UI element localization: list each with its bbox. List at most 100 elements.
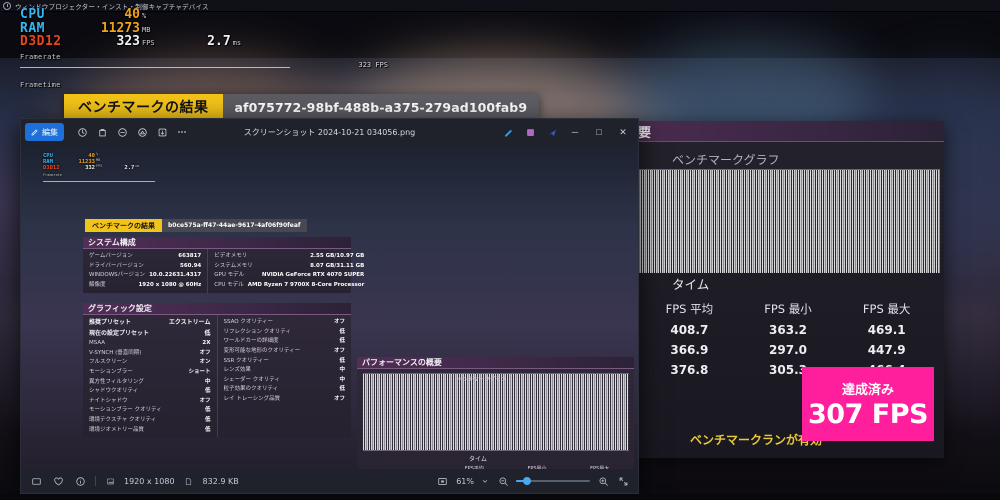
config-row: WINDOWSバージョン 10.0.22631.4317: [89, 271, 201, 281]
setting-key: モーションブラー: [89, 368, 133, 375]
setting-key: MSAA: [89, 340, 106, 346]
actual-size-icon[interactable]: [434, 474, 450, 488]
setting-key: ワールドカーの詳細度: [223, 338, 279, 345]
setting-row: MSAA 2X: [89, 339, 211, 349]
config-key: ビデオメモリ: [214, 253, 248, 259]
graphics-settings-panel: グラフィック設定 推奨プリセット エクストリーム 現在の設定プリセット低 MSAA…: [83, 303, 351, 438]
config-key: 解像度: [89, 281, 106, 288]
cell-avg: 366.9: [670, 343, 709, 357]
config-row: 解像度 1920 x 1080 @ 60Hz: [89, 281, 201, 291]
performance-graph-label: ベンチマークグラフ: [457, 377, 507, 383]
setting-row: シェーダー クオリティ 中: [224, 376, 346, 386]
setting-key: 変形可能な地形のクオリティー: [223, 347, 301, 354]
config-key: システムメモリ: [214, 262, 253, 269]
delete-icon[interactable]: [92, 123, 112, 141]
setting-value: 中: [204, 378, 211, 385]
screenshot-result-banner: ベンチマークの結果 b0ce575a-ff47-44ae-9617-4af06f…: [85, 219, 307, 232]
benchmark-result-guid: af075772-98bf-488b-a375-279ad100fab9: [222, 94, 540, 120]
performance-benchmark-graph: [363, 373, 629, 451]
cell-max: 469.1: [867, 323, 906, 337]
save-icon[interactable]: [152, 123, 172, 141]
setting-key: モーションブラー クオリティ: [89, 407, 162, 414]
screenshot-overlay-value-frametime: 2.7: [124, 165, 135, 172]
setting-value: 2X: [202, 340, 211, 346]
config-key: CPU モデル: [214, 281, 244, 288]
chevron-down-icon[interactable]: [480, 476, 490, 486]
zoom-level-label[interactable]: 61%: [456, 477, 474, 486]
zoom-out-icon[interactable]: [112, 123, 132, 141]
overlay-label-d3d12: D3D12: [20, 34, 62, 50]
photos-app-window: 編集 スクリーンショット 2024-10-21 034056.png ─ □ ✕…: [20, 118, 639, 494]
setting-row: ワールドカーの詳細度 低: [224, 337, 346, 347]
config-row: ドライバーバージョン 560.94: [89, 262, 201, 272]
setting-value: ショート: [188, 368, 211, 375]
desktop-root: ウィンドウプロジェクター・インスト・制御キャプチャデバイス CPU 40 % R…: [0, 0, 1000, 500]
heart-icon[interactable]: [51, 474, 65, 488]
system-config-panel: システム構成 ゲームバージョン 663817 ドライバーバージョン 560.94 W…: [83, 237, 364, 293]
performance-fps-table: FPS平均 FPS最小 FPS最大 404.9 418.5 560.3 391.…: [443, 465, 631, 469]
screenshot-overlay-label-d3d12: D3D12: [43, 165, 60, 172]
setting-value: 低: [204, 388, 211, 395]
gallery-icon[interactable]: [520, 123, 540, 141]
zoom-slider-handle[interactable]: [523, 477, 532, 485]
zoom-in-icon[interactable]: [596, 474, 610, 488]
share-icon[interactable]: [542, 123, 562, 141]
more-icon[interactable]: [172, 123, 192, 141]
photos-toolbar: 編集 スクリーンショット 2024-10-21 034056.png ─ □ ✕: [21, 119, 638, 145]
setting-row: 粒子効果のクオリティ 低: [224, 385, 346, 395]
setting-key: ナイトシャドウ: [89, 397, 128, 404]
edit-in-paint-icon[interactable]: [498, 123, 518, 141]
setting-row: モーションブラー ショート: [89, 368, 211, 378]
fullscreen-icon[interactable]: [616, 474, 630, 488]
file-size: 832.9 KB: [202, 476, 239, 486]
overlay-framerate-graph: 323 FPS: [20, 61, 388, 69]
config-row: ビデオメモリ 2.55 GB/10.97 GB: [214, 252, 364, 262]
setting-row: シャドウクオリティ 低: [89, 387, 211, 397]
rotate-icon[interactable]: [72, 123, 92, 141]
edit-icon: [31, 129, 38, 136]
setting-value: オフ: [199, 397, 211, 404]
config-row: ゲームバージョン 663817: [89, 252, 201, 262]
setting-key: 異方性フィルタリング: [89, 378, 144, 385]
zoom-out-icon[interactable]: [496, 474, 510, 488]
setting-value: オフ: [333, 347, 345, 354]
background-time-label: タイム: [672, 277, 710, 292]
setting-row: 現在の設定プリセット 低: [89, 329, 211, 340]
config-value: 10.0.22631.4317: [149, 272, 202, 279]
config-value: 8.07 GB/31.11 GB: [310, 262, 365, 269]
setting-row: 推奨プリセット エクストリーム: [89, 318, 211, 329]
config-value: 1920 x 1080 @ 60Hz: [138, 281, 202, 288]
config-key: GPU モデル: [214, 272, 245, 279]
setting-row: 環境テクスチャ クオリティ 低: [89, 416, 211, 426]
screenshot-image: CPU 40 % RAM 11233 MB D3D12 332 FPS 2.7: [21, 145, 638, 469]
background-achievement-badge: 達成済み 307 FPS: [802, 367, 934, 441]
config-value: AMD Ryzen 7 9700X 8-Core Processor: [247, 281, 365, 288]
setting-key: 環境テクスチャ クオリティ: [89, 417, 157, 423]
photos-image-canvas[interactable]: CPU 40 % RAM 11233 MB D3D12 332 FPS 2.7: [21, 145, 638, 469]
close-icon[interactable]: ✕: [612, 122, 634, 142]
status-divider: [95, 476, 96, 486]
edit-button-label: 編集: [42, 127, 58, 137]
photos-toolbar-right: ─ □ ✕: [498, 122, 634, 142]
setting-value: 低: [339, 328, 345, 335]
overlay-row-ram: RAM 11273 MB: [20, 21, 350, 36]
setting-row: フルスクリーン オン: [89, 358, 211, 368]
setting-key: V-SYNCH (垂直同期): [89, 349, 142, 356]
zoom-slider[interactable]: [516, 477, 590, 485]
crop-icon[interactable]: [132, 123, 152, 141]
info-icon[interactable]: [73, 474, 87, 488]
setting-row: レイ トレーシング品質 オフ: [224, 395, 346, 405]
setting-row: ナイトシャドウ オフ: [89, 397, 211, 407]
edit-button[interactable]: 編集: [25, 123, 64, 141]
fit-screen-icon[interactable]: [29, 474, 43, 488]
maximize-icon[interactable]: □: [588, 122, 610, 142]
setting-value: オフ: [333, 396, 345, 402]
setting-key: 現在の設定プリセット: [89, 329, 150, 337]
setting-row: レンズ効果 中: [224, 366, 346, 376]
setting-value: 低: [204, 407, 211, 414]
setting-value: オフ: [333, 319, 345, 325]
config-value: 560.94: [180, 262, 202, 269]
overlay-value-cpu: 40: [124, 7, 140, 22]
minimize-icon[interactable]: ─: [564, 122, 586, 142]
background-graph-label: ベンチマークグラフ: [672, 153, 780, 167]
